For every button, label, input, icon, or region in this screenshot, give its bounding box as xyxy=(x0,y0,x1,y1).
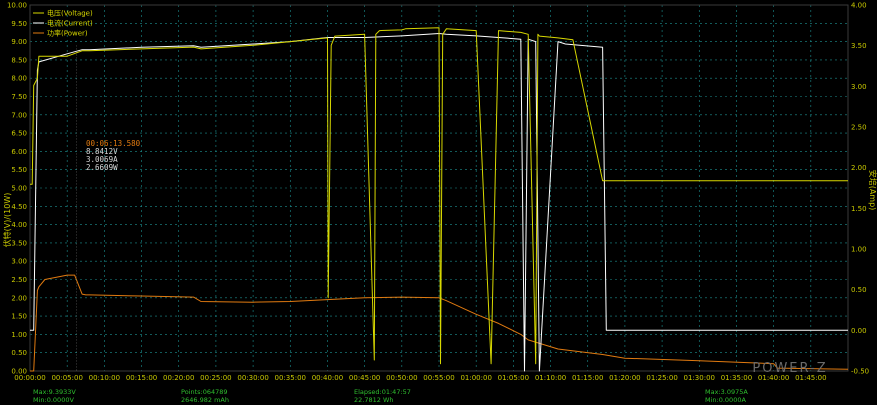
x-tick-label: 00:55:00 xyxy=(423,374,454,382)
y-right-tick-label: 0.00 xyxy=(851,327,867,335)
footer-max-voltage: Max:9.3933V xyxy=(33,388,76,396)
watermark-text: POWER-Z xyxy=(752,361,827,376)
footer-elapsed: Elapsed:01:47:57 xyxy=(354,388,411,396)
footer-min-voltage: Min:0.0000V xyxy=(33,396,74,404)
footer-max-current: Max:3.0975A xyxy=(705,388,748,396)
y-right-tick-label: 3.50 xyxy=(851,42,867,50)
power-z-chart: 0.00 0.50 1.00 1.50 2.00 2.50 3.00 3.50 4.00 4.50… xyxy=(0,0,877,405)
y-axis-left-label: 伏特(V)/(10W) xyxy=(2,193,12,248)
y-left-tick-label: 4.00 xyxy=(11,221,27,229)
x-tick-label: 00:45:00 xyxy=(349,374,380,382)
y-left-tick-label: 6.00 xyxy=(11,148,27,156)
footer-energy: 22.7812 Wh xyxy=(354,396,394,404)
x-tick-label: 00:30:00 xyxy=(237,374,268,382)
y-left-tick-label: 4.50 xyxy=(11,203,27,211)
footer-min-current: Min:0.0000A xyxy=(705,396,746,404)
x-tick-label: 01:00:00 xyxy=(460,374,491,382)
y-left-tick-label: 1.50 xyxy=(11,313,27,321)
y-right-tick-label: 3.00 xyxy=(851,83,867,91)
chart-background xyxy=(0,0,877,405)
y-right-tick-label: 2.00 xyxy=(851,164,867,172)
y-left-tick-label: 3.00 xyxy=(11,258,27,266)
y-right-tick-label: 4.00 xyxy=(851,2,867,10)
y-right-tick-label: -0.50 xyxy=(851,368,869,376)
x-tick-label: 00:15:00 xyxy=(126,374,157,382)
legend-voltage: 电压(Voltage) xyxy=(47,9,93,18)
y-right-tick-label: 0.50 xyxy=(851,286,867,294)
x-tick-label: 01:05:00 xyxy=(498,374,529,382)
y-left-tick-label: 5.00 xyxy=(11,185,27,193)
y-left-tick-label: 0.50 xyxy=(11,349,27,357)
legend-current: 电流(Current) xyxy=(47,19,93,28)
y-left-tick-label: 8.00 xyxy=(11,75,27,83)
x-tick-label: 00:40:00 xyxy=(312,374,343,382)
legend-power: 功率(Power) xyxy=(47,29,88,38)
y-left-tick-label: 6.50 xyxy=(11,130,27,138)
y-right-tick-label: 1.50 xyxy=(851,205,867,213)
x-tick-label: 00:10:00 xyxy=(89,374,120,382)
y-left-tick-label: 2.50 xyxy=(11,276,27,284)
x-tick-label: 01:25:00 xyxy=(646,374,677,382)
footer-points: Points:064789 xyxy=(181,388,228,396)
y-axis-right-label: 安培(Amp) xyxy=(868,170,877,211)
x-tick-label: 01:10:00 xyxy=(535,374,566,382)
y-left-tick-label: 5.50 xyxy=(11,166,27,174)
y-left-tick-label: 10.00 xyxy=(7,2,27,10)
x-tick-label: 00:35:00 xyxy=(275,374,306,382)
y-left-tick-label: 9.00 xyxy=(11,38,27,46)
y-right-tick-label: 2.50 xyxy=(851,124,867,132)
y-left-tick-label: 2.00 xyxy=(11,294,27,302)
x-tick-label: 01:35:00 xyxy=(721,374,752,382)
legend: 电压(Voltage) 电流(Current) 功率(Power) xyxy=(33,9,93,38)
cursor-power: 2.6609W xyxy=(86,163,118,172)
watermark: POWER-Z xyxy=(752,361,827,376)
y-left-tick-label: 3.50 xyxy=(11,239,27,247)
x-tick-label: 00:05:00 xyxy=(51,374,82,382)
x-tick-label: 01:20:00 xyxy=(609,374,640,382)
y-left-tick-label: 9.50 xyxy=(11,20,27,28)
y-right-tick-label: 1.00 xyxy=(851,246,867,254)
y-left-tick-label: 7.00 xyxy=(11,111,27,119)
x-tick-label: 01:15:00 xyxy=(572,374,603,382)
y-left-tick-label: 8.50 xyxy=(11,56,27,64)
x-tick-label: 00:25:00 xyxy=(200,374,231,382)
x-tick-label: 00:50:00 xyxy=(386,374,417,382)
x-tick-label: 01:30:00 xyxy=(684,374,715,382)
y-left-tick-label: 7.50 xyxy=(11,93,27,101)
x-tick-label: 00:20:00 xyxy=(163,374,194,382)
footer-capacity: 2646.982 mAh xyxy=(181,396,229,404)
x-tick-label: 00:00:00 xyxy=(14,374,45,382)
y-left-tick-label: 1.00 xyxy=(11,331,27,339)
